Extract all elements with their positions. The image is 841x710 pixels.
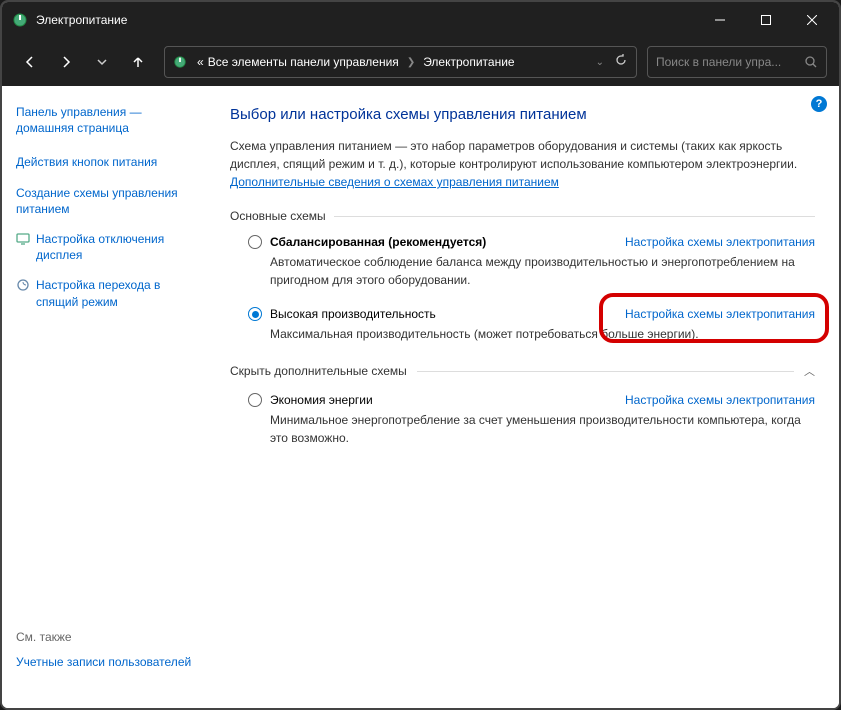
main-panel: ? Выбор или настройка схемы управления п… <box>202 86 839 708</box>
plan-description: Минимальное энергопотребление за счет ум… <box>270 411 815 447</box>
search-placeholder: Поиск в панели упра... <box>656 55 804 69</box>
control-panel-home-link[interactable]: Панель управления — домашняя страница <box>16 104 188 136</box>
divider <box>334 216 815 217</box>
chevron-up-icon: ︿ <box>804 363 815 379</box>
breadcrumb-prefix: « <box>197 55 204 69</box>
recent-dropdown[interactable] <box>86 46 118 78</box>
collapse-label: Скрыть дополнительные схемы <box>230 364 407 378</box>
plan-settings-link-highlighted[interactable]: Настройка схемы электропитания <box>625 307 815 321</box>
see-also-label: См. также <box>16 630 196 644</box>
plan-balanced: Сбалансированная (рекомендуется) Настрой… <box>248 235 815 289</box>
divider <box>417 371 794 372</box>
plan-settings-link[interactable]: Настройка схемы электропитания <box>625 393 815 407</box>
forward-button[interactable] <box>50 46 82 78</box>
plan-name[interactable]: Экономия энергии <box>270 393 373 407</box>
plan-high-performance: Высокая производительность Настройка схе… <box>248 307 815 343</box>
breadcrumb-item[interactable]: Электропитание <box>423 55 514 69</box>
refresh-button[interactable] <box>614 53 628 72</box>
chevron-down-icon[interactable]: ⌄ <box>596 57 604 68</box>
sidebar-link-sleep[interactable]: Настройка перехода в спящий режим <box>36 277 188 309</box>
sidebar-link-create-plan[interactable]: Создание схемы управления питанием <box>16 185 188 217</box>
collapse-additional-plans[interactable]: Скрыть дополнительные схемы ︿ <box>230 363 815 379</box>
plan-name[interactable]: Сбалансированная (рекомендуется) <box>270 235 486 249</box>
plan-description: Автоматическое соблюдение баланса между … <box>270 253 815 289</box>
content: Панель управления — домашняя страница Де… <box>2 86 839 708</box>
minimize-button[interactable] <box>697 2 743 38</box>
page-description: Схема управления питанием — это набор па… <box>230 137 815 191</box>
addressbar[interactable]: « Все элементы панели управления ❯ Элект… <box>164 46 637 78</box>
sidebar-link-display-off[interactable]: Настройка отключения дисплея <box>36 231 188 263</box>
up-button[interactable] <box>122 46 154 78</box>
back-button[interactable] <box>14 46 46 78</box>
sidebar: Панель управления — домашняя страница Де… <box>2 86 202 708</box>
help-icon[interactable]: ? <box>811 96 827 112</box>
section-label: Основные схемы <box>230 209 326 223</box>
sleep-icon <box>16 278 30 292</box>
radio-balanced[interactable] <box>248 235 262 249</box>
close-button[interactable] <box>789 2 835 38</box>
power-icon <box>173 54 189 70</box>
window-title: Электропитание <box>36 13 697 27</box>
plan-name[interactable]: Высокая производительность <box>270 307 436 321</box>
sidebar-link-power-buttons[interactable]: Действия кнопок питания <box>16 154 188 170</box>
window-controls <box>697 2 835 38</box>
chevron-right-icon: ❯ <box>407 57 415 68</box>
search-input[interactable]: Поиск в панели упра... <box>647 46 827 78</box>
titlebar: Электропитание <box>2 2 839 38</box>
radio-power-saver[interactable] <box>248 393 262 407</box>
window: Электропитание « Все элементы панели упр… <box>0 0 841 710</box>
plan-description: Максимальная производительность (может п… <box>270 325 815 343</box>
learn-more-link[interactable]: Дополнительные сведения о схемах управле… <box>230 175 559 189</box>
plan-power-saver: Экономия энергии Настройка схемы электро… <box>248 393 815 447</box>
search-icon <box>804 55 818 69</box>
page-heading: Выбор или настройка схемы управления пит… <box>230 106 815 123</box>
navbar: « Все элементы панели управления ❯ Элект… <box>2 38 839 86</box>
power-icon <box>12 12 28 28</box>
radio-high-perf[interactable] <box>248 307 262 321</box>
plan-settings-link[interactable]: Настройка схемы электропитания <box>625 235 815 249</box>
breadcrumb-item[interactable]: Все элементы панели управления <box>208 55 399 69</box>
display-off-icon <box>16 232 30 246</box>
section-header-basic: Основные схемы <box>230 209 815 223</box>
sidebar-link-user-accounts[interactable]: Учетные записи пользователей <box>16 654 196 670</box>
maximize-button[interactable] <box>743 2 789 38</box>
